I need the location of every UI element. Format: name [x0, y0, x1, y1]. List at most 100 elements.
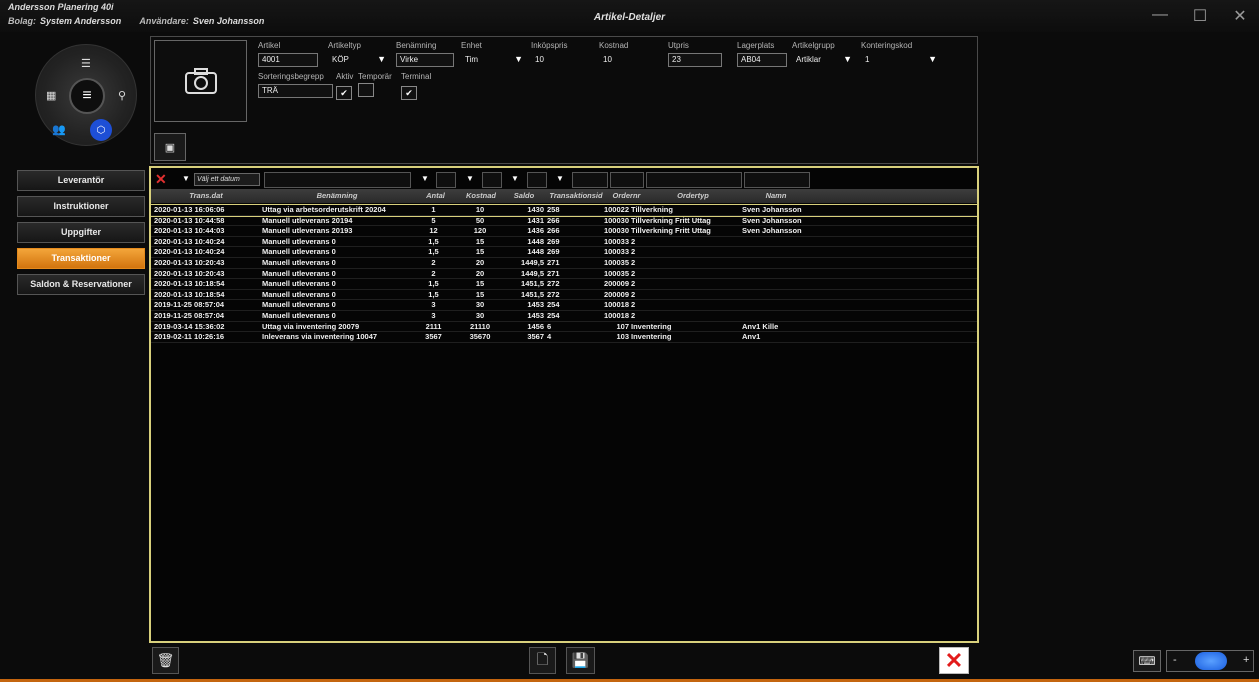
cell-trans: 269	[547, 236, 560, 246]
date-filter-picker[interactable]: Välj ett datum	[194, 173, 260, 186]
maximize-icon[interactable]: ☐	[1191, 6, 1209, 26]
terminal-checkbox[interactable]: ✔	[401, 86, 417, 100]
inkopspris-field: Inköpspris 10	[531, 41, 586, 67]
sorteringsbegrepp-input[interactable]: TRÄ	[258, 84, 333, 98]
table-row[interactable]: 2019-02-11 10:26:16 Inleverans via invent…	[151, 332, 977, 343]
sidebar-item-instruktioner[interactable]: Instruktioner	[17, 196, 145, 217]
cell-kost: 35670	[469, 332, 491, 342]
antal-filter-input[interactable]	[436, 172, 456, 188]
filter-icon[interactable]: ▼	[182, 174, 190, 183]
col-header-ordertyp[interactable]: Ordertyp	[645, 189, 741, 203]
col-header-ordernr[interactable]: Ordernr	[609, 189, 644, 203]
cell-ordertyp: Tillverkning Fritt Uttag	[631, 226, 711, 236]
kostnad-filter-input[interactable]	[482, 172, 502, 188]
cell-kost: 15	[475, 236, 485, 246]
trans-filter-input[interactable]	[572, 172, 608, 188]
sidebar-item-saldon[interactable]: Saldon & Reservationer	[17, 274, 145, 295]
artikeltyp-select[interactable]: KÖP ▼	[328, 53, 390, 67]
benamning-input[interactable]: Virke	[396, 53, 454, 67]
keyboard-button[interactable]: ⌨	[1133, 650, 1161, 672]
delete-button[interactable]: 🗑	[152, 647, 179, 674]
filter-icon[interactable]: ▼	[556, 174, 564, 183]
table-row[interactable]: 2020-01-13 10:44:58 Manuell utleverans 20…	[151, 216, 977, 227]
menu-icon[interactable]: ≡	[69, 78, 105, 114]
image-gallery-button[interactable]: ▣	[154, 133, 186, 161]
chevron-down-icon: ▼	[514, 54, 523, 64]
ordertyp-filter-input[interactable]	[646, 172, 742, 188]
cell-trans: 271	[547, 268, 560, 278]
cell-ordernr: 200009	[603, 279, 629, 289]
col-header-trans[interactable]: Transaktionsid	[545, 189, 607, 203]
table-row[interactable]: 2020-01-13 10:20:43 Manuell utleverans 0 2…	[151, 269, 977, 280]
table-row[interactable]: 2020-01-13 10:44:03 Manuell utleverans 20…	[151, 226, 977, 237]
saldo-filter-input[interactable]	[527, 172, 547, 188]
cell-trans: 254	[547, 310, 560, 320]
filter-icon[interactable]: ▼	[511, 174, 519, 183]
calculator-icon[interactable]: ▦	[46, 89, 56, 102]
zoom-slider-knob[interactable]	[1195, 652, 1227, 670]
benamning-filter-input[interactable]	[264, 172, 411, 188]
cell-saldo: 1449,5	[521, 268, 544, 278]
cell-namn: Sven Johansson	[742, 205, 802, 214]
aktiv-checkbox[interactable]: ✔	[336, 86, 352, 100]
photo-placeholder[interactable]	[154, 40, 247, 122]
sidebar-item-uppgifter[interactable]: Uppgifter	[17, 222, 145, 243]
cube-icon[interactable]: ⬡	[90, 119, 112, 141]
new-document-button[interactable]: 🗋	[529, 647, 556, 674]
cell-saldo: 1451,5	[521, 279, 544, 289]
filter-icon[interactable]: ▼	[421, 174, 429, 183]
table-row[interactable]: 2020-01-13 10:40:24 Manuell utleverans 0 1…	[151, 237, 977, 248]
list-icon[interactable]: ☰	[81, 57, 91, 70]
table-row[interactable]: 2020-01-13 10:40:24 Manuell utleverans 0 1…	[151, 247, 977, 258]
col-header-namn[interactable]: Namn	[743, 189, 809, 203]
col-header-kostnad[interactable]: Kostnad	[459, 189, 503, 203]
artikeltyp-value: KÖP	[332, 55, 349, 64]
cancel-button[interactable]: ✕	[939, 647, 969, 674]
temporar-checkbox[interactable]	[358, 83, 374, 97]
search-gear-icon[interactable]: ⚲	[118, 89, 126, 102]
sidebar-item-transaktioner[interactable]: Transaktioner	[17, 248, 145, 269]
cell-ordernr: 103	[616, 332, 629, 342]
lagerplats-input[interactable]: AB04	[737, 53, 787, 67]
table-row[interactable]: 2019-11-25 08:57:04 Manuell utleverans 0 3…	[151, 300, 977, 311]
col-header-saldo[interactable]: Saldo	[504, 189, 544, 203]
enhet-select[interactable]: Tim ▼	[461, 53, 527, 67]
navigation-wheel[interactable]: ☰ ▦ ⚲ 👥 ≡ ⬡	[35, 44, 137, 146]
enhet-field: Enhet Tim ▼	[461, 41, 527, 67]
col-header-antal[interactable]: Antal	[413, 189, 458, 203]
ordernr-filter-input[interactable]	[610, 172, 644, 188]
minimize-icon[interactable]: —	[1151, 6, 1169, 26]
table-row[interactable]: 2019-11-25 08:57:04 Manuell utleverans 0 3…	[151, 311, 977, 322]
table-row[interactable]: 2020-01-13 10:20:43 Manuell utleverans 0 2…	[151, 258, 977, 269]
konteringskod-select[interactable]: 1 ▼	[861, 53, 941, 67]
terminal-label: Terminal	[401, 72, 432, 81]
table-row[interactable]: 2020-01-13 10:18:54 Manuell utleverans 0 1…	[151, 279, 977, 290]
cell-ordertyp: 2	[631, 236, 636, 246]
col-header-benamning[interactable]: Benämning	[262, 189, 412, 203]
artikelgrupp-select[interactable]: Artiklar ▼	[792, 53, 856, 67]
col-header-date[interactable]: Trans.dat	[151, 189, 261, 203]
cell-date: 2019-03-14 15:36:02	[154, 321, 225, 331]
table-row[interactable]: 2020-01-13 10:18:54 Manuell utleverans 0 1…	[151, 290, 977, 301]
table-row[interactable]: 2019-03-14 15:36:02 Uttag via inventering…	[151, 322, 977, 333]
utpris-input[interactable]: 23	[668, 53, 722, 67]
sidebar-item-leverantor[interactable]: Leverantör	[17, 170, 145, 191]
zoom-plus[interactable]: +	[1243, 654, 1249, 666]
save-button[interactable]: 💾	[566, 647, 595, 674]
close-icon[interactable]: ✕	[1231, 6, 1249, 26]
users-icon[interactable]: 👥	[52, 123, 66, 136]
cell-saldo: 1451,5	[521, 289, 544, 299]
cell-ordernr: 100030	[603, 226, 629, 236]
zoom-control[interactable]: - +	[1166, 650, 1254, 672]
cell-saldo: 1430	[527, 205, 544, 214]
cell-saldo: 1448	[527, 236, 544, 246]
namn-filter-input[interactable]	[744, 172, 810, 188]
filter-icon[interactable]: ▼	[466, 174, 474, 183]
clear-filter-icon[interactable]: ✕	[155, 172, 167, 186]
artikel-input[interactable]: 4001	[258, 53, 318, 67]
zoom-minus[interactable]: -	[1173, 654, 1177, 666]
table-row[interactable]: 2020-01-13 16:06:06 Uttag via arbetsorder…	[150, 204, 978, 217]
cell-ordertyp: 2	[631, 279, 636, 289]
cell-trans: 271	[547, 257, 560, 267]
chevron-down-icon: ▼	[928, 54, 937, 64]
